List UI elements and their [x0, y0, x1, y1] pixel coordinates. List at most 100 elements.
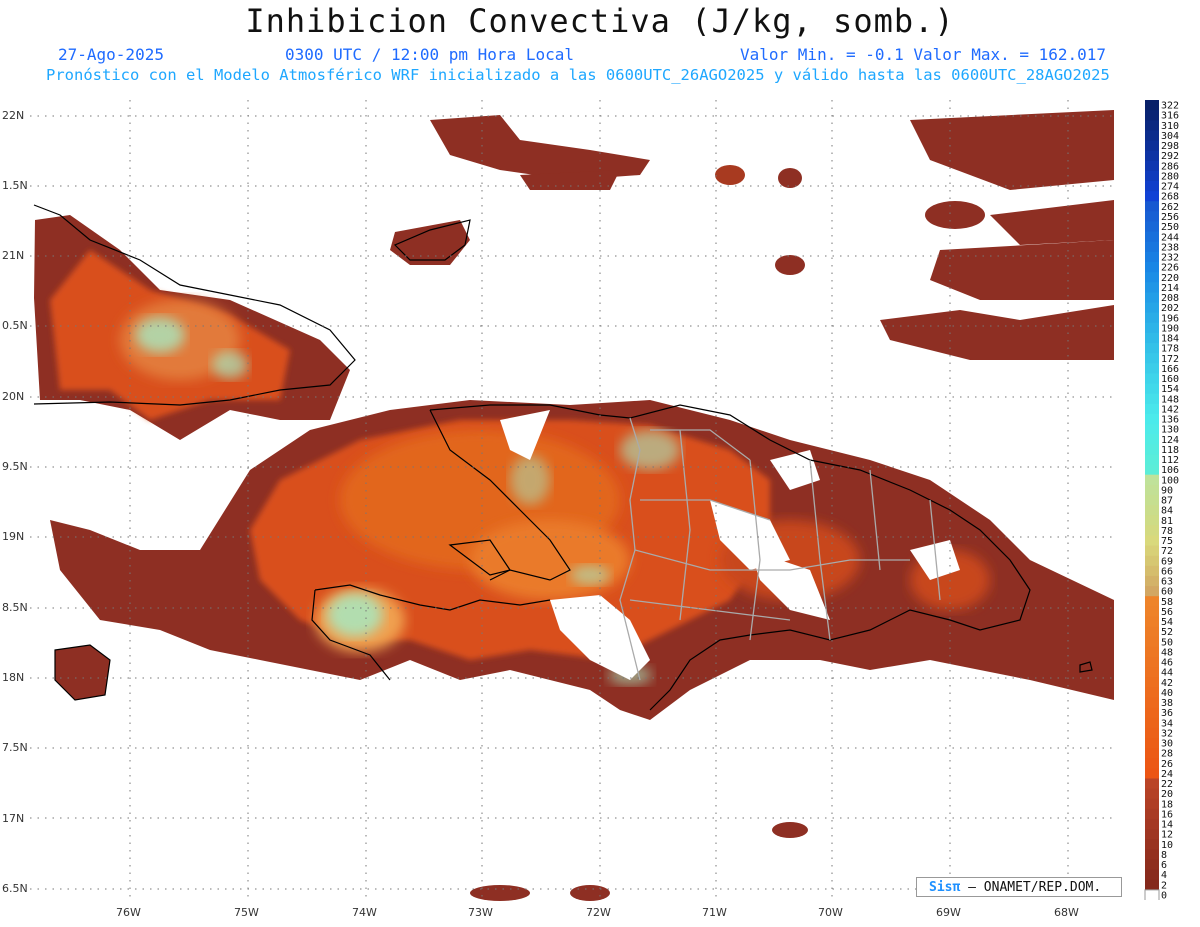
colorbar-swatch	[1145, 808, 1159, 820]
colorbar-swatch	[1145, 383, 1159, 395]
colorbar-swatch	[1145, 272, 1159, 283]
lat-label: 8.5N	[2, 601, 28, 614]
colorbar-swatch	[1145, 150, 1159, 162]
lon-label: 71W	[702, 906, 727, 919]
lon-label: 74W	[352, 906, 377, 919]
colorbar-swatch	[1145, 869, 1159, 881]
colorbar-swatch	[1145, 575, 1159, 587]
colorbar-swatch	[1145, 130, 1159, 142]
forecast-time: 0300 UTC / 12:00 pm Hora Local	[285, 45, 574, 64]
colorbar-swatch	[1145, 251, 1159, 263]
lon-label: 76W	[116, 906, 141, 919]
colorbar-swatch	[1145, 211, 1159, 223]
colorbar-swatch	[1145, 535, 1159, 547]
colorbar-swatch	[1145, 545, 1159, 557]
colorbar-swatch	[1145, 737, 1159, 749]
colorbar-swatch	[1145, 413, 1159, 425]
lon-label: 68W	[1054, 906, 1079, 919]
forecast-map	[30, 100, 1114, 902]
colorbar-swatch	[1145, 434, 1159, 445]
map-title: Inhibicion Convectiva (J/kg, somb.)	[245, 2, 955, 40]
colorbar-swatch	[1145, 282, 1159, 293]
colorbar-swatch	[1145, 656, 1159, 668]
colorbar-swatch	[1145, 596, 1159, 607]
colorbar-swatch	[1145, 353, 1159, 364]
colorbar-swatch	[1145, 758, 1159, 769]
colorbar-swatch	[1145, 343, 1159, 354]
lon-label: 75W	[234, 906, 259, 919]
colorbar-swatch	[1145, 849, 1159, 860]
colorbar-swatch	[1145, 616, 1159, 628]
colorbar-swatch	[1145, 515, 1159, 526]
colorbar-swatch	[1145, 100, 1159, 111]
colorbar-swatch	[1145, 494, 1159, 506]
colorbar-swatch	[1145, 667, 1159, 678]
colorbar-swatch	[1145, 312, 1159, 324]
lat-label: 7.5N	[2, 741, 28, 754]
colorbar-swatch	[1145, 768, 1159, 779]
colorbar-swatch	[1145, 778, 1159, 790]
colorbar-swatch	[1145, 332, 1159, 344]
colorbar: 3223163103042982922862802742682622562502…	[1144, 100, 1179, 900]
colorbar-swatch	[1145, 292, 1159, 304]
lon-label: 70W	[818, 906, 843, 919]
lat-label: 19N	[2, 530, 25, 543]
model-subtitle: Pronóstico con el Modelo Atmosférico WRF…	[46, 66, 1110, 84]
lat-label: 0.5N	[2, 319, 28, 332]
colorbar-swatch	[1145, 424, 1159, 435]
lat-label: 22N	[2, 109, 25, 122]
lat-label: 18N	[2, 671, 25, 684]
colorbar-swatch	[1145, 586, 1159, 597]
colorbar-swatch	[1145, 302, 1159, 314]
colorbar-swatch	[1145, 748, 1159, 759]
colorbar-swatch	[1145, 818, 1159, 830]
colorbar-swatch	[1145, 170, 1159, 182]
lon-label: 69W	[936, 906, 961, 919]
colorbar-swatch	[1145, 565, 1159, 577]
colorbar-swatch	[1145, 646, 1159, 658]
lon-label: 73W	[468, 906, 493, 919]
colorbar-swatch	[1145, 393, 1159, 405]
forecast-date: 27-Ago-2025	[58, 45, 164, 64]
colorbar-swatch	[1145, 231, 1159, 243]
colorbar-swatch	[1145, 191, 1159, 202]
colorbar-swatch	[1145, 717, 1159, 729]
lat-label: 9.5N	[2, 460, 28, 473]
colorbar-swatch	[1145, 505, 1159, 516]
colorbar-swatch	[1144, 889, 1160, 900]
colorbar-swatch	[1145, 262, 1159, 273]
min-max-values: Valor Min. = -0.1 Valor Max. = 162.017	[740, 45, 1107, 64]
colorbar-swatch	[1145, 677, 1159, 688]
colorbar-swatch	[1145, 181, 1159, 192]
colorbar-swatch	[1145, 525, 1159, 536]
logo-brand: Sisπ	[929, 880, 961, 895]
logo-org: – ONAMET/REP.DOM.	[968, 880, 1102, 895]
colorbar-swatch	[1145, 798, 1159, 810]
colorbar-swatch	[1145, 788, 1159, 800]
colorbar-swatch	[1145, 322, 1159, 334]
colorbar-swatch	[1145, 606, 1159, 617]
colorbar-swatch	[1145, 241, 1159, 253]
lon-label: 72W	[586, 906, 611, 919]
colorbar-swatch	[1145, 110, 1159, 121]
colorbar-swatch	[1145, 707, 1159, 719]
colorbar-swatch	[1145, 626, 1159, 638]
lat-label: 21N	[2, 249, 25, 262]
colorbar-swatch	[1145, 160, 1159, 172]
lat-label: 6.5N	[2, 882, 28, 895]
lat-label: 20N	[2, 390, 25, 403]
colorbar-swatch	[1145, 454, 1159, 466]
colorbar-swatch	[1145, 636, 1159, 648]
colorbar-swatch	[1145, 403, 1159, 415]
colorbar-swatch	[1145, 687, 1159, 698]
lat-label: 1.5N	[2, 179, 28, 192]
colorbar-swatch	[1145, 444, 1159, 455]
colorbar-swatch	[1145, 373, 1159, 385]
colorbar-swatch	[1145, 201, 1159, 212]
colorbar-swatch	[1145, 829, 1159, 840]
onamet-logo: Sisπ – ONAMET/REP.DOM.	[916, 877, 1122, 897]
colorbar-swatch	[1145, 474, 1159, 486]
colorbar-swatch	[1145, 464, 1159, 476]
colorbar-swatch	[1145, 555, 1159, 567]
colorbar-swatch	[1145, 140, 1159, 152]
